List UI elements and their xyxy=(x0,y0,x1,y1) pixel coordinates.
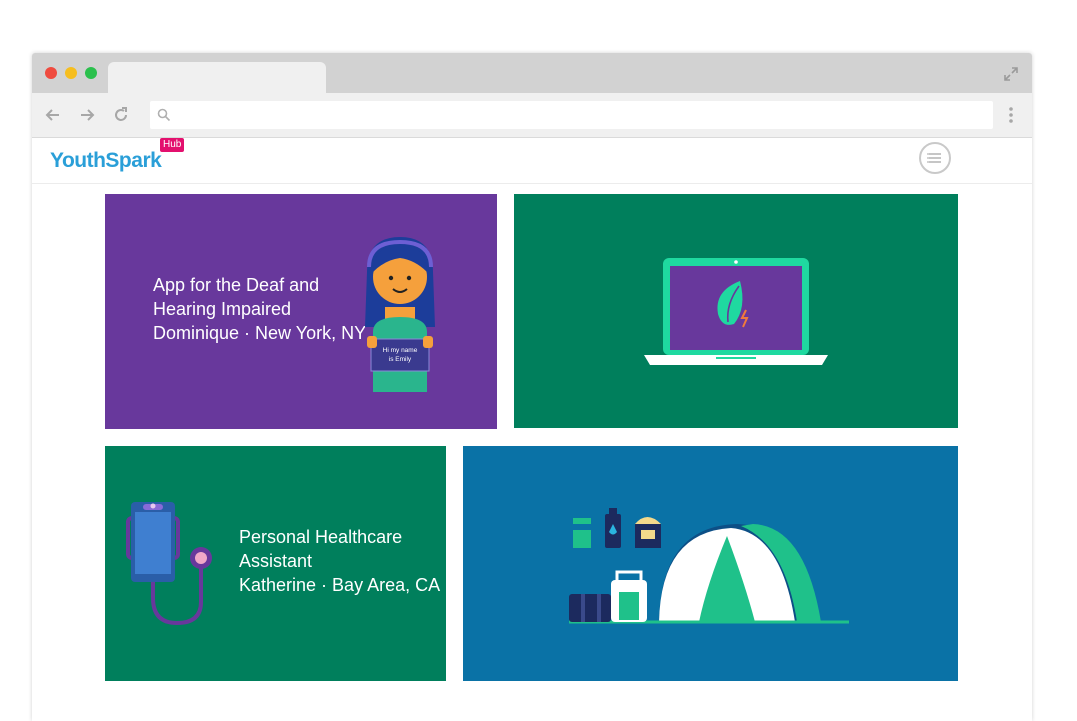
svg-text:is Emily: is Emily xyxy=(389,356,412,363)
card-byline: Dominique · New York, NY xyxy=(153,323,367,343)
browser-tab[interactable] xyxy=(108,62,326,93)
project-card-deaf-app[interactable]: App for the Deaf and Hearing Impaired Do… xyxy=(105,194,497,429)
browser-titlebar xyxy=(32,53,1032,93)
site-header: YouthSpark Hub xyxy=(32,138,1032,184)
logo-badge: Hub xyxy=(160,138,185,152)
svg-text:Hi my name: Hi my name xyxy=(383,347,418,354)
card-text: App for the Deaf and Hearing Impaired Do… xyxy=(153,273,366,345)
card-text: Personal Healthcare Assistant Katherine … xyxy=(239,525,440,597)
card-byline: Katherine · Bay Area, CA xyxy=(239,575,441,595)
card-title: Personal Healthcare Assistant xyxy=(239,527,403,571)
card-title: App for the Deaf and Hearing Impaired xyxy=(153,275,320,319)
menu-icon xyxy=(927,153,941,163)
fullscreen-icon[interactable] xyxy=(1003,66,1019,82)
zoom-window-button[interactable] xyxy=(85,67,97,79)
more-options-icon[interactable] xyxy=(1007,105,1015,125)
browser-window: YouthSpark Hub App for the Deaf and Hear… xyxy=(32,53,1032,721)
search-icon xyxy=(157,108,171,122)
phone-stethoscope-icon xyxy=(126,502,212,626)
menu-button[interactable] xyxy=(919,142,951,174)
project-card-healthcare[interactable]: Personal Healthcare Assistant Katherine … xyxy=(105,446,446,681)
girl-illustration-icon: Hi my name is Emily xyxy=(365,237,435,392)
minimize-window-button[interactable] xyxy=(65,67,77,79)
project-card-camping[interactable] xyxy=(463,446,958,681)
address-bar[interactable] xyxy=(150,101,993,129)
forward-arrow-icon[interactable] xyxy=(77,105,97,125)
browser-toolbar xyxy=(32,93,1032,138)
camping-gear-icon xyxy=(569,508,849,624)
project-card-laptop[interactable] xyxy=(514,194,958,428)
close-window-button[interactable] xyxy=(45,67,57,79)
logo-text: YouthSpark xyxy=(50,149,162,172)
laptop-leaf-icon xyxy=(644,258,828,365)
reload-icon[interactable] xyxy=(111,105,131,125)
back-arrow-icon[interactable] xyxy=(43,105,63,125)
